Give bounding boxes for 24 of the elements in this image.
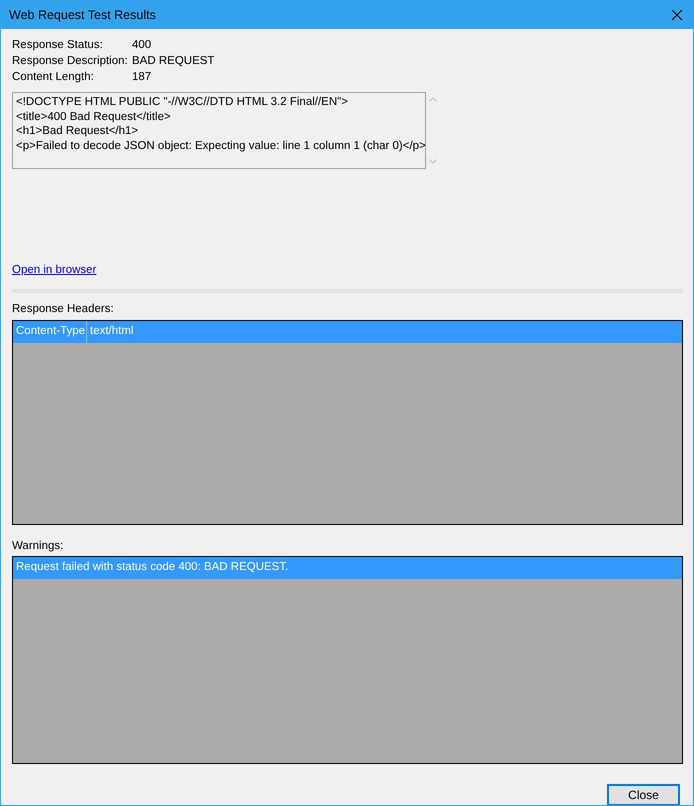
body-line: <h1>Bad Request</h1> — [16, 124, 140, 138]
section-label: Response Headers: — [12, 302, 115, 318]
table-cell-text: text/html — [89, 324, 134, 339]
field-label: Response Status: — [12, 38, 104, 54]
close-icon[interactable] — [671, 9, 683, 21]
field-value: BAD REQUEST — [132, 54, 214, 70]
body-line: <p>Failed to decode JSON object: Expecting value: line 1 column 1 (char 0)</p> — [16, 138, 426, 153]
field-label: Content Length: — [12, 70, 95, 86]
field-value: 187 — [132, 70, 152, 86]
warning-row[interactable]: Request failed with status code 400: BAD REQUEST. — [13, 556, 682, 579]
close-button[interactable]: Close — [607, 784, 680, 805]
field-label: Response Description: — [12, 54, 129, 70]
headers-list[interactable]: Content-Type text/html — [12, 320, 683, 524]
open-in-browser-link[interactable]: Open in browser — [12, 262, 96, 280]
body-line: <title>400 Bad Request</title> — [16, 110, 172, 124]
body-line: <!DOCTYPE HTML PUBLIC "-//W3C//DTD HTML 3.2 Final//EN"> — [16, 95, 349, 110]
warnings-list[interactable]: Request failed with status code 400: BAD REQUEST. — [12, 556, 683, 764]
scroll-up-icon[interactable] — [428, 97, 437, 102]
field-value: 400 — [132, 38, 152, 54]
section-label: Warnings: — [12, 538, 64, 554]
scroll-down-icon[interactable] — [428, 159, 437, 164]
header-row[interactable]: Content-Type text/html — [13, 320, 682, 342]
table-cell: Content-Type — [13, 320, 87, 342]
window-title: Web Request Test Results — [9, 6, 156, 24]
